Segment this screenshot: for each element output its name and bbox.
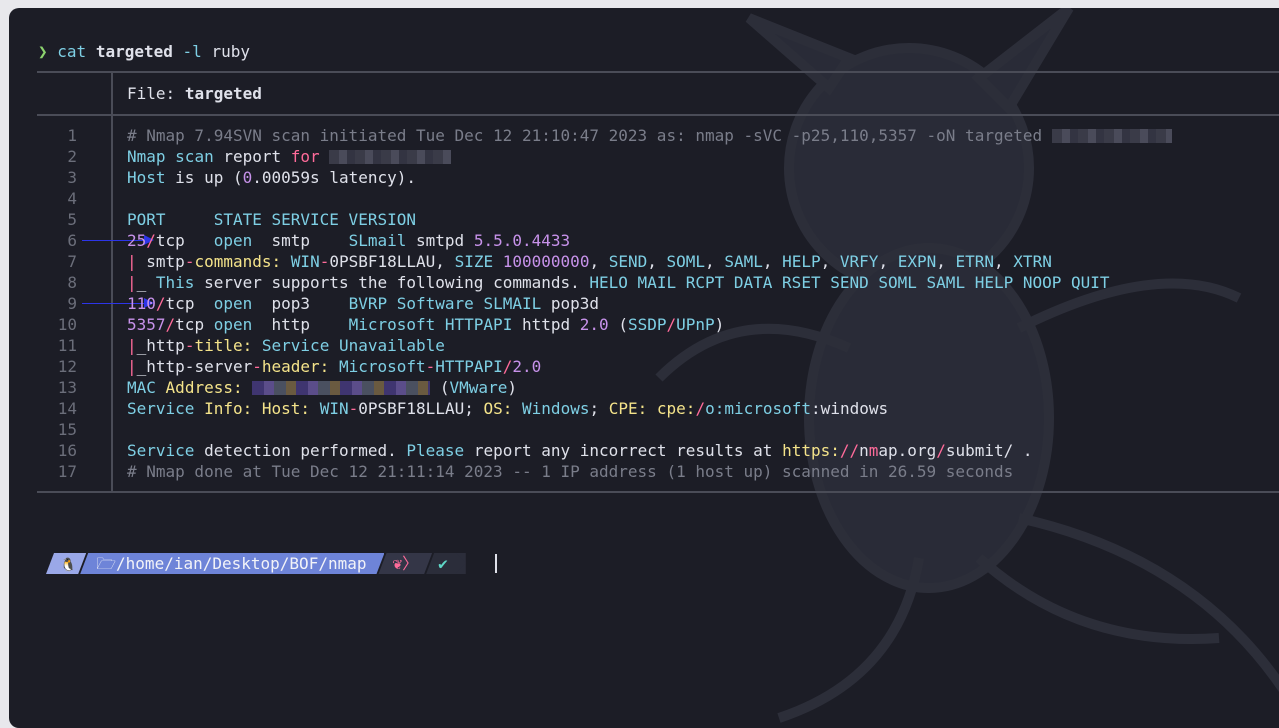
line-number: 2 [67, 147, 77, 166]
divider-header [37, 114, 1279, 116]
line-text: Service detection performed. Please repo… [127, 441, 1033, 460]
command-lang: ruby [211, 42, 250, 61]
line-number: 16 [57, 441, 77, 460]
separator-icon: 〉 [402, 554, 419, 573]
divider-bottom [37, 491, 1279, 493]
line-number: 7 [67, 252, 77, 271]
line-text: | smtp-commands: WIN-0PSBF18LLAU, SIZE 1… [127, 252, 1052, 271]
line-text: |_http-server-header: Microsoft-HTTPAPI/… [127, 357, 542, 376]
line-text: 25/tcp open smtp SLmail smtpd 5.5.0.4433 [127, 231, 571, 250]
file-name: targeted [184, 84, 262, 103]
path-segment: 🗁/home/ian/Desktop/BOF/nmap [80, 553, 384, 574]
folder-icon: 🗁 [96, 554, 117, 573]
divider-top [37, 71, 1279, 73]
gutter-divider [111, 72, 113, 492]
line-text: MAC Address: (VMware) [127, 378, 517, 397]
line-number: 13 [57, 378, 77, 397]
line-number: 1 [67, 126, 77, 145]
line-text: 5357/tcp open http Microsoft HTTPAPI htt… [127, 315, 725, 334]
line-number: 15 [57, 420, 77, 439]
line-text: |_http-title: Service Unavailable [127, 336, 445, 355]
line-text: 110/tcp open pop3 BVRP Software SLMAIL p… [127, 294, 600, 313]
line-number: 5 [67, 210, 77, 229]
command-flag: -l [182, 42, 202, 61]
line-number: 10 [57, 315, 77, 334]
line-number: 6 [67, 231, 77, 250]
linux-icon: 🐧 [60, 558, 77, 573]
line-number: 8 [67, 273, 77, 292]
command-file: targeted [95, 42, 173, 61]
text-cursor[interactable] [495, 554, 497, 573]
line-text: # Nmap 7.94SVN scan initiated Tue Dec 12… [127, 125, 1172, 146]
line-text: Service Info: Host: WIN-0PSBF18LLAU; OS:… [127, 399, 889, 418]
command-program: cat [57, 42, 87, 61]
cwd-path: /home/ian/Desktop/BOF/nmap [116, 554, 367, 573]
status-segment: ✔ [426, 553, 466, 574]
line-text: Nmap scan report for [127, 146, 452, 167]
prompt-chevron-icon: ❯ [38, 42, 48, 61]
leaf-icon: ❦ [392, 554, 403, 573]
powerline-prompt: 🐧 🗁/home/ian/Desktop/BOF/nmap ❦〉 ✔ [46, 553, 466, 574]
line-text: Host is up (0.00059s latency). [127, 168, 417, 187]
line-number: 12 [57, 357, 77, 376]
line-number: 9 [67, 294, 77, 313]
command-line: ❯ cat targeted -l ruby [38, 41, 250, 63]
file-header: File: targeted [127, 83, 262, 105]
line-number: 17 [57, 462, 77, 481]
check-icon: ✔ [438, 554, 448, 573]
line-number: 11 [57, 336, 77, 355]
line-text: # Nmap done at Tue Dec 12 21:11:14 2023 … [127, 462, 1014, 481]
os-segment: 🐧 [46, 553, 86, 574]
git-segment: ❦〉 [378, 553, 432, 574]
line-number: 4 [67, 189, 77, 208]
line-number: 3 [67, 168, 77, 187]
line-text: |_ This server supports the following co… [127, 273, 1110, 292]
terminal-window: ❯ cat targeted -l ruby File: targeted 1 #… [9, 8, 1279, 728]
file-label: File: [127, 84, 176, 103]
line-text: PORT STATE SERVICE VERSION [127, 210, 416, 229]
line-number: 14 [57, 399, 77, 418]
